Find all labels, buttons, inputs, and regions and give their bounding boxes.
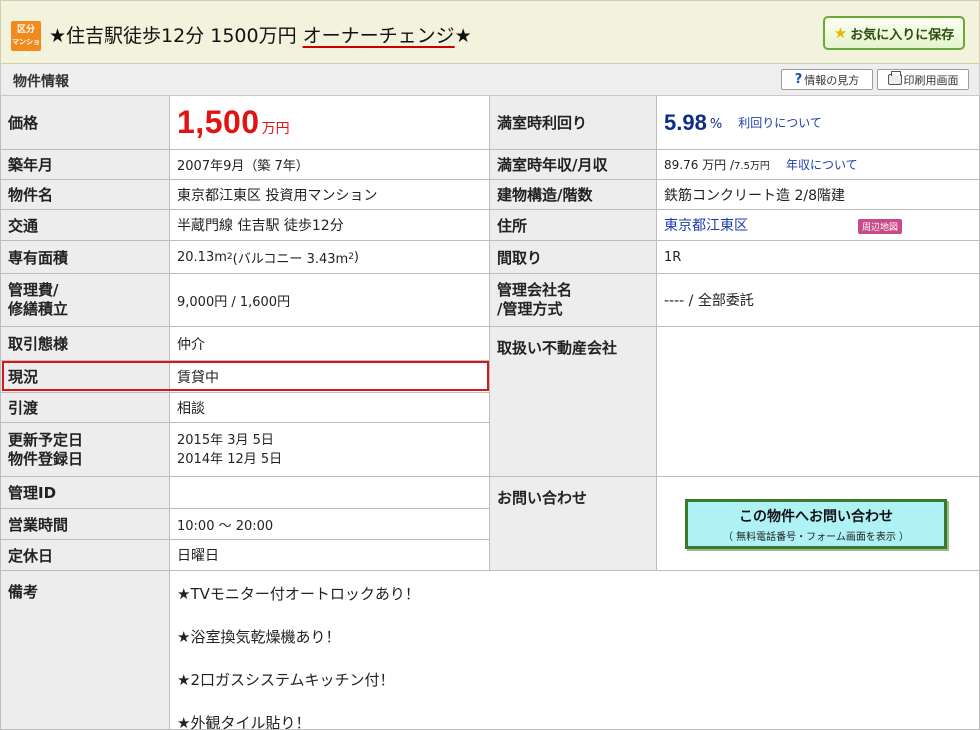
listing-title: ★住吉駅徒歩12分 1500万円 オーナーチェンジ★ — [49, 21, 472, 48]
title-prefix: ★住吉駅徒歩12分 1500万円 — [49, 25, 303, 47]
save-favorite-button[interactable]: ★ お気に入りに保存 — [823, 16, 965, 50]
status-value: 賃貸中 — [170, 361, 490, 393]
holiday-label: 定休日 — [1, 540, 170, 571]
price-unit: 万円 — [261, 120, 290, 137]
section-title: 物件情報 — [13, 74, 69, 90]
save-favorite-label: お気に入りに保存 — [850, 27, 955, 43]
income-info-link[interactable]: 年収について — [786, 156, 858, 173]
transaction-value: 仲介 — [170, 327, 490, 361]
mgmt-company-value: ---- / 全部委託 — [657, 274, 980, 327]
price-label: 価格 — [1, 96, 170, 150]
structure-value: 鉄筋コンクリート造 2/8階建 — [657, 180, 980, 210]
inquiry-label: お問い合わせ — [490, 477, 657, 571]
help-button-label: 情報の見方 — [804, 73, 860, 87]
yield-value: 5.98% 利回りについて — [657, 96, 980, 150]
section-header: 物件情報 ? 情報の見方 印刷用画面 — [0, 64, 980, 96]
print-button-label: 印刷用画面 — [903, 73, 959, 87]
layout-value: 1R — [657, 241, 980, 274]
update-date-value: 2015年 3月 5日 — [177, 432, 274, 448]
holiday-value: 日曜日 — [170, 540, 490, 571]
built-label: 築年月 — [1, 150, 170, 180]
transaction-label: 取引態様 — [1, 327, 170, 361]
title-underlined: オーナーチェンジ — [302, 25, 455, 47]
remark-item: ★外観タイル貼り！ — [177, 714, 311, 730]
badge-line1: 区分 — [16, 25, 35, 35]
nearby-map-button[interactable]: 周辺地図 — [858, 219, 902, 234]
badge-line2: マンション — [12, 38, 40, 58]
property-table: 価格 1,500 万円 満室時利回り 5.98% 利回りについて 築年月 2007… — [0, 96, 980, 730]
star-icon: ★ — [833, 24, 848, 42]
inquiry-button[interactable]: この物件へお問い合わせ （ 無料電話番号・フォーム画面を表示 ） — [685, 499, 947, 549]
yield-label: 満室時利回り — [490, 96, 657, 150]
mgmt-company-label-line1: 管理会社名 — [497, 281, 573, 299]
address-link[interactable]: 東京都江東区 — [664, 215, 748, 235]
mgmt-company-label-line2: /管理方式 — [497, 300, 563, 318]
printer-icon — [887, 71, 902, 85]
agency-label: 取扱い不動産会社 — [490, 327, 657, 477]
transport-value: 半蔵門線 住吉駅 徒歩12分 — [170, 210, 490, 241]
mgmt-company-label: 管理会社名 /管理方式 — [490, 274, 657, 327]
remark-item: ★TVモニター付オートロックあり！ — [177, 585, 420, 603]
handover-label: 引渡 — [1, 393, 170, 423]
income-label: 満室時年収/月収 — [490, 150, 657, 180]
handover-value: 相談 — [170, 393, 490, 423]
mgmt-fee-label-line2: 修繕積立 — [8, 300, 69, 318]
area-label: 専有面積 — [1, 241, 170, 274]
remarks-list: ★TVモニター付オートロックあり！ ★浴室換気乾燥機あり！ ★2口ガスシステムキ… — [177, 581, 420, 730]
question-icon: ? — [794, 72, 803, 87]
hours-label: 営業時間 — [1, 509, 170, 540]
income-annual: 89.76 万円 / — [664, 158, 735, 172]
mgmt-id-label: 管理ID — [1, 477, 170, 509]
dates-label: 更新予定日 物件登録日 — [1, 423, 170, 477]
price-value: 1,500 万円 — [170, 96, 490, 150]
inquiry-button-line2: （ 無料電話番号・フォーム画面を表示 ） — [722, 531, 910, 543]
area-value: 20.13m 2 (バルコニー 3.43m 2) — [170, 241, 490, 274]
dates-value: 2015年 3月 5日 2014年 12月 5日 — [170, 423, 490, 477]
built-value: 2007年9月（築 7年） — [170, 150, 490, 180]
status-label: 現況 — [1, 361, 170, 393]
area-close: ) — [353, 249, 359, 265]
yield-info-link[interactable]: 利回りについて — [738, 114, 822, 131]
hours-value: 10:00 ～ 20:00 — [170, 509, 490, 540]
mgmt-fee-label: 管理費/ 修繕積立 — [1, 274, 170, 327]
area-main: 20.13m — [177, 249, 227, 265]
transport-label: 交通 — [1, 210, 170, 241]
remarks-label: 備考 — [1, 571, 170, 730]
remark-item: ★浴室換気乾燥機あり！ — [177, 628, 341, 646]
mgmt-fee-value: 9,000円 / 1,600円 — [170, 274, 490, 327]
property-type-badge: 区分 マンション — [11, 21, 41, 58]
name-value: 東京都江東区 投資用マンション — [170, 180, 490, 210]
layout-label: 間取り — [490, 241, 657, 274]
structure-label: 建物構造/階数 — [490, 180, 657, 210]
address-label: 住所 — [490, 210, 657, 241]
mgmt-id-value — [170, 477, 490, 509]
yield-number: 5.98 — [664, 109, 707, 135]
registered-date-value: 2014年 12月 5日 — [177, 451, 283, 467]
update-date-label: 更新予定日 — [8, 430, 84, 449]
income-value: 89.76 万円 / 7.5万円 年収について — [657, 150, 980, 180]
price-number: 1,500 — [177, 104, 260, 140]
yield-unit: % — [709, 117, 723, 132]
income-monthly: 7.5万円 — [734, 161, 770, 172]
remark-item: ★2口ガスシステムキッチン付！ — [177, 671, 395, 689]
address-value: 東京都江東区 — [657, 210, 980, 241]
title-suffix: ★ — [454, 25, 472, 47]
print-button[interactable]: 印刷用画面 — [877, 69, 969, 90]
registered-date-label: 物件登録日 — [8, 449, 84, 468]
help-button[interactable]: ? 情報の見方 — [781, 69, 873, 90]
inquiry-button-line1: この物件へお問い合わせ — [739, 508, 893, 525]
name-label: 物件名 — [1, 180, 170, 210]
mgmt-fee-label-line1: 管理費/ — [8, 281, 59, 299]
area-balcony: (バルコニー 3.43m — [232, 251, 349, 267]
remarks-value: ★TVモニター付オートロックあり！ ★浴室換気乾燥機あり！ ★2口ガスシステムキ… — [170, 571, 980, 730]
title-bar: 区分 マンション ★住吉駅徒歩12分 1500万円 オーナーチェンジ★ ★ お気… — [0, 0, 980, 64]
agency-value — [657, 327, 980, 477]
